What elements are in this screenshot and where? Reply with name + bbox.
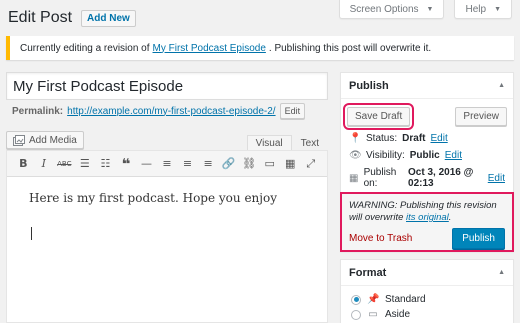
- aside-icon: ▭: [368, 309, 378, 320]
- post-editor: B I ABC ☰ ☷ ❝ — ≡ ≡ ≡ 🔗 ⛓ ▭ ▦ ⤢ Here is …: [6, 150, 328, 323]
- editor-toolbar: B I ABC ☰ ☷ ❝ — ≡ ≡ ≡ 🔗 ⛓ ▭ ▦ ⤢: [7, 151, 327, 177]
- caret-up-icon[interactable]: ▲: [498, 269, 505, 276]
- publish-box-header[interactable]: Publish ▲: [341, 73, 513, 99]
- pin-icon: 📌: [367, 294, 380, 305]
- blockquote-icon[interactable]: ❝: [116, 154, 137, 174]
- visibility-edit-link[interactable]: Edit: [445, 150, 462, 161]
- save-draft-button[interactable]: Save Draft: [342, 103, 415, 130]
- page-title: Edit Post: [8, 9, 73, 26]
- publish-button[interactable]: Publish: [452, 228, 505, 249]
- format-option-label: Standard: [385, 294, 426, 305]
- editor-tabs: Visual Text: [246, 135, 328, 151]
- move-to-trash-link[interactable]: Move to Trash: [349, 233, 412, 244]
- add-new-button[interactable]: Add New: [81, 9, 136, 27]
- revision-notice: Currently editing a revision of My First…: [6, 36, 514, 60]
- revision-warning: WARNING: Publishing this revision will o…: [349, 200, 505, 224]
- text-caret: [31, 227, 32, 240]
- radio-aside[interactable]: [351, 309, 361, 320]
- major-publishing-actions: WARNING: Publishing this revision will o…: [340, 192, 514, 252]
- format-options: 📌 Standard ▭ Aside: [341, 286, 513, 322]
- screen-options-label: Screen Options: [349, 3, 419, 15]
- content-paragraph: Here is my first podcast. Hope you enjoy: [29, 191, 277, 205]
- editor-content[interactable]: Here is my first podcast. Hope you enjoy: [7, 177, 327, 254]
- align-right-icon[interactable]: ≡: [198, 154, 219, 174]
- notice-post-link[interactable]: My First Podcast Episode: [153, 43, 266, 54]
- screen-options-button[interactable]: Screen Options ▼: [338, 0, 445, 19]
- help-label: Help: [465, 3, 487, 15]
- insert-link-icon[interactable]: 🔗: [218, 154, 239, 174]
- toolbar-toggle-icon[interactable]: ▦: [280, 154, 301, 174]
- preview-button[interactable]: Preview: [455, 107, 507, 126]
- eye-icon: 👁: [349, 150, 362, 161]
- visibility-row: 👁 Visibility: Public Edit: [341, 147, 513, 164]
- strikethrough-icon[interactable]: ABC: [54, 154, 75, 174]
- caret-down-icon: ▼: [494, 5, 501, 13]
- status-row: 📍 Status: Draft Edit: [341, 130, 513, 147]
- status-label: Status:: [366, 133, 398, 144]
- publish-on-label: Publish on:: [363, 167, 397, 189]
- numbered-list-icon[interactable]: ☷: [95, 154, 116, 174]
- visibility-value: Public: [409, 150, 440, 161]
- post-title-input[interactable]: [6, 72, 328, 100]
- status-value: Draft: [402, 133, 426, 144]
- align-left-icon[interactable]: ≡: [157, 154, 178, 174]
- format-box: Format ▲ 📌 Standard ▭ Aside: [340, 259, 514, 323]
- bold-icon[interactable]: B: [13, 154, 34, 174]
- warning-suffix: .: [448, 212, 452, 223]
- status-edit-link[interactable]: Edit: [430, 133, 447, 144]
- publish-on-value: Oct 3, 2016 @ 02:13: [408, 167, 474, 189]
- publish-actions-row: Move to Trash Publish: [349, 228, 505, 249]
- minor-actions: Save Draft Preview: [341, 99, 513, 130]
- page-header: Edit Post Add New: [8, 9, 136, 27]
- format-option-label: Aside: [385, 309, 411, 320]
- permalink-edit-button[interactable]: Edit: [279, 103, 306, 119]
- calendar-icon: ▦: [349, 172, 359, 184]
- pin-icon: 📍: [349, 133, 362, 144]
- help-button[interactable]: Help ▼: [454, 0, 512, 19]
- editor-tools: Add Media Visual Text: [6, 131, 328, 151]
- screen-meta-links: Screen Options ▼ Help ▼: [338, 0, 512, 19]
- tab-text[interactable]: Text: [292, 135, 328, 151]
- permalink-link[interactable]: http://example.com/my-first-podcast-epis…: [67, 106, 275, 117]
- italic-icon[interactable]: I: [34, 154, 55, 174]
- add-media-button[interactable]: Add Media: [6, 131, 84, 149]
- format-box-title: Format: [349, 266, 387, 279]
- permalink-label: Permalink:: [12, 105, 64, 117]
- insert-more-icon[interactable]: ▭: [259, 154, 280, 174]
- media-icon: [13, 134, 25, 146]
- remove-link-icon[interactable]: ⛓: [239, 154, 260, 174]
- horizontal-line-icon[interactable]: —: [136, 154, 157, 174]
- fullscreen-icon[interactable]: ⤢: [300, 154, 321, 174]
- visibility-label: Visibility:: [366, 150, 405, 161]
- notice-suffix: . Publishing this post will overwrite it…: [268, 42, 432, 54]
- add-media-label: Add Media: [29, 134, 77, 146]
- caret-down-icon: ▼: [426, 5, 434, 13]
- publish-date-edit-link[interactable]: Edit: [488, 173, 505, 184]
- format-box-header[interactable]: Format ▲: [341, 260, 513, 286]
- warning-original-link[interactable]: its original: [406, 212, 449, 223]
- publish-box: Publish ▲ Save Draft Preview 📍 Status: D…: [340, 72, 514, 252]
- notice-prefix: Currently editing a revision of: [20, 42, 150, 54]
- tab-visual[interactable]: Visual: [246, 135, 292, 151]
- caret-up-icon[interactable]: ▲: [498, 82, 505, 89]
- radio-standard[interactable]: [351, 294, 361, 305]
- align-center-icon[interactable]: ≡: [177, 154, 198, 174]
- permalink-row: Permalink: http://example.com/my-first-p…: [12, 103, 306, 119]
- format-option-aside[interactable]: ▭ Aside: [341, 307, 513, 322]
- publish-date-row: ▦ Publish on: Oct 3, 2016 @ 02:13 Edit: [341, 164, 513, 192]
- publish-box-title: Publish: [349, 79, 389, 92]
- format-option-standard[interactable]: 📌 Standard: [341, 292, 513, 307]
- bulleted-list-icon[interactable]: ☰: [75, 154, 96, 174]
